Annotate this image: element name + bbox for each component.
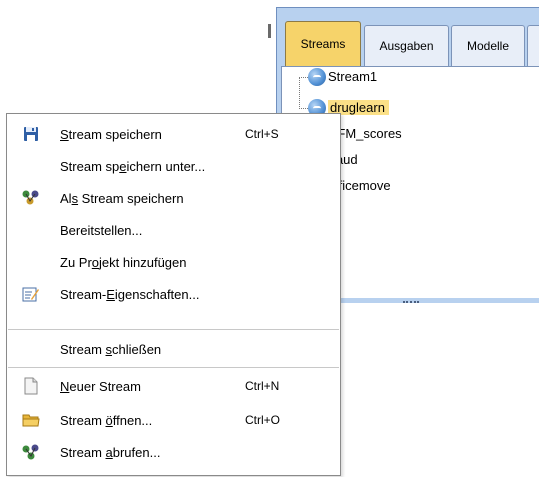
menu-item-label: Zu Projekt hinzufügen (60, 254, 187, 270)
menu-item-retrieve-stream[interactable]: Stream abrufen... (8, 436, 339, 468)
retrieve-stream-icon (20, 442, 42, 462)
menu-separator (8, 367, 339, 368)
tab-streams[interactable]: Streams (285, 21, 361, 66)
menu-item-label: Als Stream speichern (60, 190, 184, 206)
tab-ausgaben[interactable]: Ausgaben (364, 25, 449, 66)
folder-open-icon (20, 410, 42, 430)
menu-separator (8, 329, 339, 330)
context-menu: Stream speichern Ctrl+S Stream speichern… (6, 113, 341, 476)
save-as-stream-icon (20, 188, 42, 208)
menu-item-label: Neuer Stream (60, 378, 141, 394)
properties-icon (20, 284, 42, 304)
menu-item-label: Stream-Eigenschaften... (60, 286, 200, 302)
menu-item-label: Stream schließen (60, 341, 162, 357)
splitter-handle[interactable] (403, 301, 419, 306)
stream-icon (308, 68, 326, 86)
menu-item-save-stream[interactable]: Stream speichern Ctrl+S (8, 118, 339, 150)
menu-item-label: Stream öffnen... (60, 412, 153, 428)
menu-item-open-stream[interactable]: Stream öffnen... Ctrl+O (8, 404, 339, 436)
menu-item-shortcut: Ctrl+S (245, 127, 279, 141)
tab-overflow[interactable] (527, 25, 539, 66)
menu-item-save-as-stream[interactable]: Als Stream speichern (8, 182, 339, 214)
menu-item-label: Stream speichern unter... (60, 158, 206, 174)
menu-item-shortcut: Ctrl+O (245, 413, 281, 427)
tree-connector (299, 108, 308, 109)
menu-item-save-stream-as[interactable]: Stream speichern unter... (8, 150, 339, 182)
new-document-icon (20, 376, 42, 396)
menu-item-label: Stream abrufen... (60, 444, 161, 460)
toolbar-grip[interactable] (268, 24, 271, 38)
menu-item-shortcut: Ctrl+N (245, 379, 280, 393)
save-icon (20, 124, 42, 144)
tree-connector (299, 77, 308, 78)
menu-item-new-stream[interactable]: Neuer Stream Ctrl+N (8, 370, 339, 402)
menu-item-close-stream[interactable]: Stream schließen (8, 333, 339, 365)
menu-item-add-to-project[interactable]: Zu Projekt hinzufügen (8, 246, 339, 278)
tree-connector (299, 77, 300, 109)
stream-item-stream1[interactable]: Stream1 (328, 67, 377, 87)
menu-item-deploy[interactable]: Bereitstellen... (8, 214, 339, 246)
menu-item-label: Stream speichern (60, 126, 162, 142)
menu-item-stream-properties[interactable]: Stream-Eigenschaften... (8, 278, 339, 310)
menu-item-label: Bereitstellen... (60, 222, 143, 238)
tab-modelle[interactable]: Modelle (451, 25, 525, 66)
